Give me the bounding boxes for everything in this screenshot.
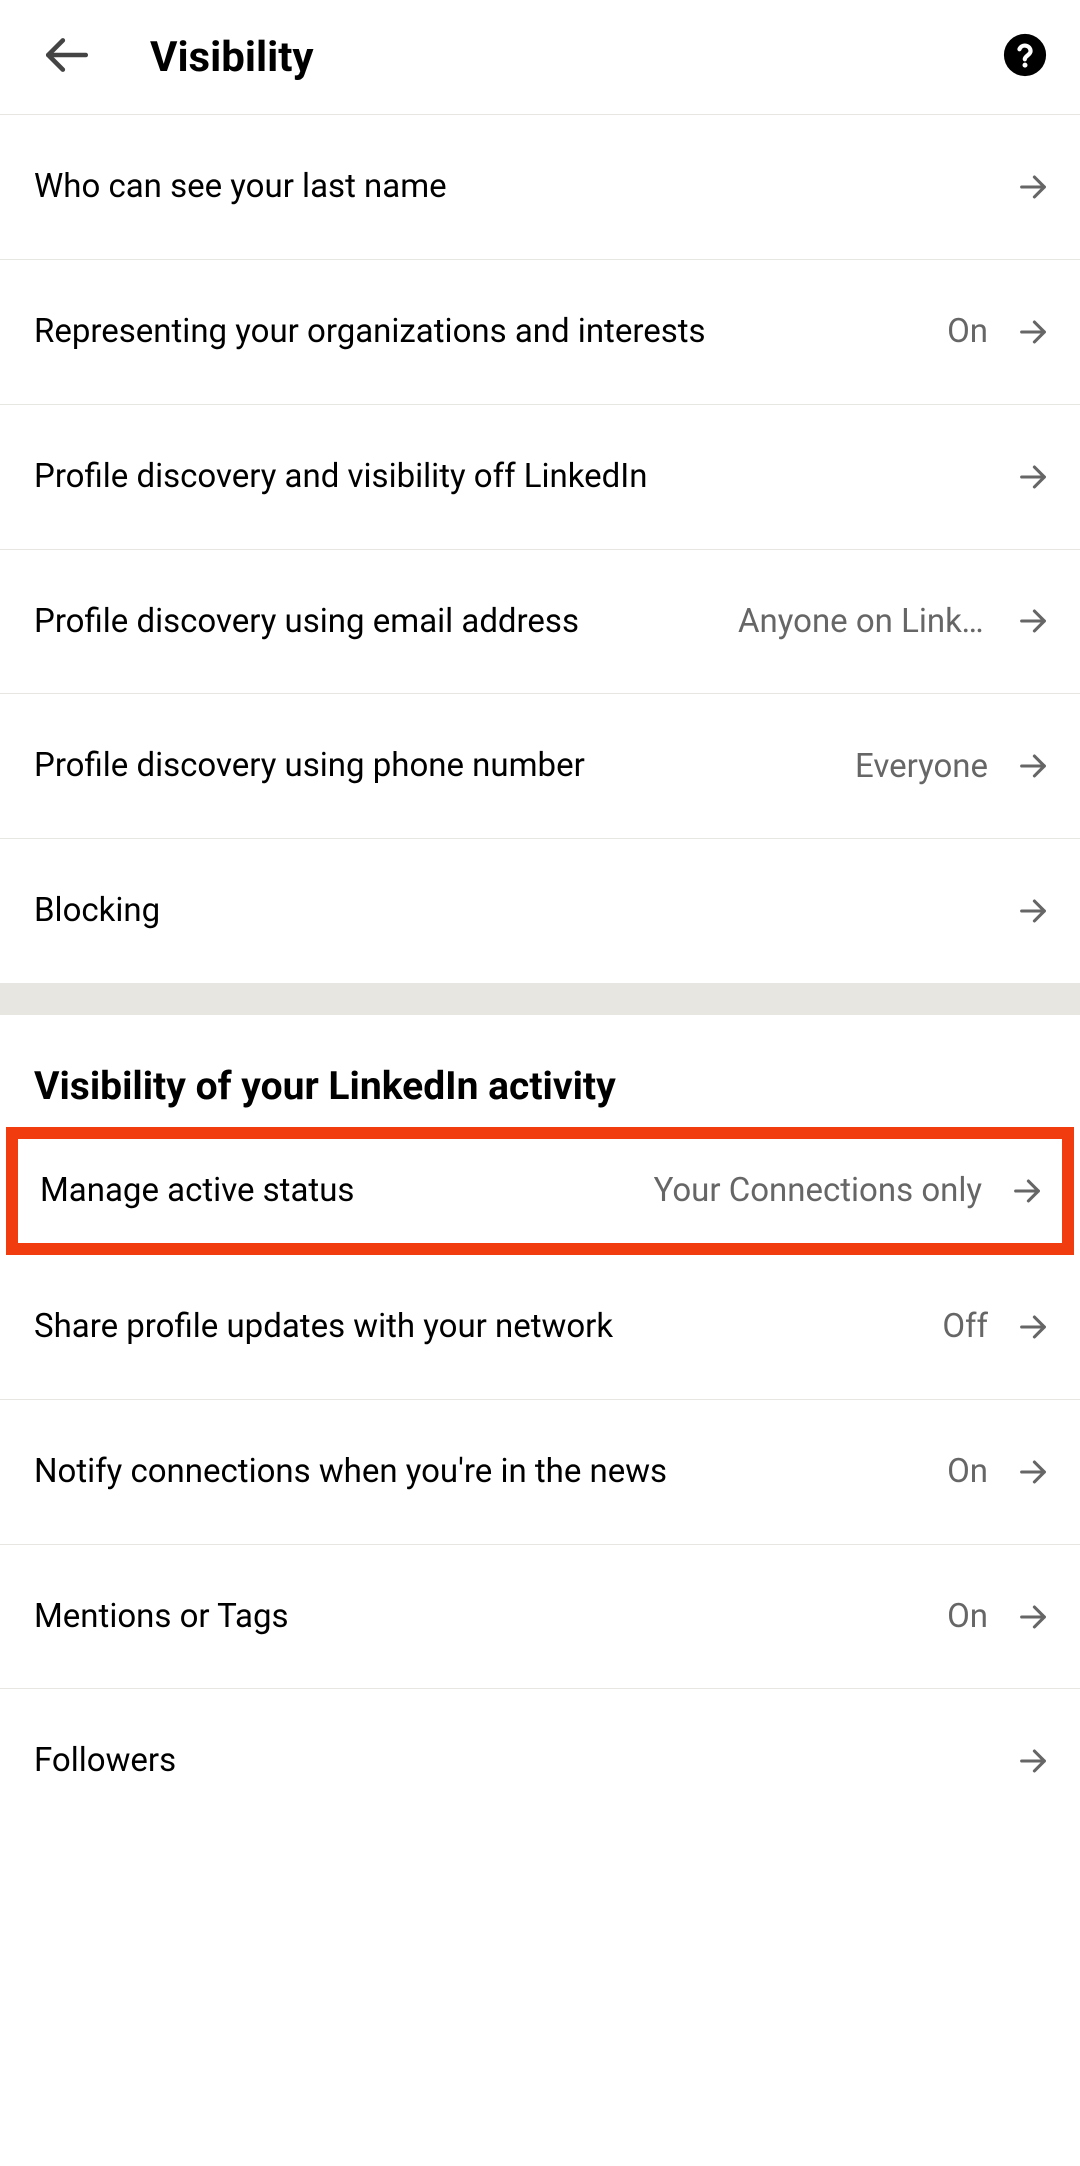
setting-label: Profile discovery and visibility off Lin… [34,453,1016,501]
setting-label: Representing your organizations and inte… [34,308,947,356]
setting-profile-discovery-off-linkedin[interactable]: Profile discovery and visibility off Lin… [0,405,1080,550]
setting-value: Your Connections only [654,1171,982,1210]
setting-followers[interactable]: Followers [0,1689,1080,1833]
setting-label: Manage active status [40,1167,654,1215]
back-icon[interactable] [42,30,92,84]
chevron-right-icon [1016,1600,1050,1634]
setting-value: Off [942,1307,988,1346]
chevron-right-icon [1010,1174,1044,1208]
chevron-right-icon [1016,604,1050,638]
highlight-box: Manage active status Your Connections on… [6,1127,1074,1255]
setting-label: Share profile updates with your network [34,1303,942,1351]
chevron-right-icon [1016,170,1050,204]
setting-value: On [947,1597,988,1636]
setting-blocking[interactable]: Blocking [0,839,1080,983]
chevron-right-icon [1016,460,1050,494]
header: Visibility [0,0,1080,115]
chevron-right-icon [1016,749,1050,783]
section-divider [0,983,1080,1015]
setting-label: Notify connections when you're in the ne… [34,1448,947,1496]
setting-value: Everyone [855,747,988,786]
setting-value: On [947,312,988,351]
setting-profile-discovery-phone[interactable]: Profile discovery using phone number Eve… [0,694,1080,839]
chevron-right-icon [1016,1310,1050,1344]
help-icon[interactable] [1002,32,1048,82]
setting-label: Followers [34,1737,1016,1785]
settings-section-profile-visibility: Who can see your last name Representing … [0,115,1080,983]
setting-profile-discovery-email[interactable]: Profile discovery using email address An… [0,550,1080,695]
chevron-right-icon [1016,315,1050,349]
setting-who-can-see-last-name[interactable]: Who can see your last name [0,115,1080,260]
chevron-right-icon [1016,894,1050,928]
setting-representing-organizations[interactable]: Representing your organizations and inte… [0,260,1080,405]
chevron-right-icon [1016,1455,1050,1489]
setting-value: On [947,1452,988,1491]
section-header: Visibility of your LinkedIn activity [0,1015,1080,1127]
setting-label: Profile discovery using email address [34,598,738,646]
setting-manage-active-status[interactable]: Manage active status Your Connections on… [18,1139,1062,1243]
setting-label: Mentions or Tags [34,1593,947,1641]
page-title: Visibility [150,33,1002,82]
settings-section-activity-visibility: Visibility of your LinkedIn activity Man… [0,1015,1080,1833]
setting-value: Anyone on LinkedIn [738,602,988,641]
setting-label: Who can see your last name [34,163,1016,211]
setting-label: Blocking [34,887,1016,935]
setting-label: Profile discovery using phone number [34,742,855,790]
setting-notify-connections-news[interactable]: Notify connections when you're in the ne… [0,1400,1080,1545]
chevron-right-icon [1016,1744,1050,1778]
setting-share-profile-updates[interactable]: Share profile updates with your network … [0,1255,1080,1400]
setting-mentions-tags[interactable]: Mentions or Tags On [0,1545,1080,1690]
